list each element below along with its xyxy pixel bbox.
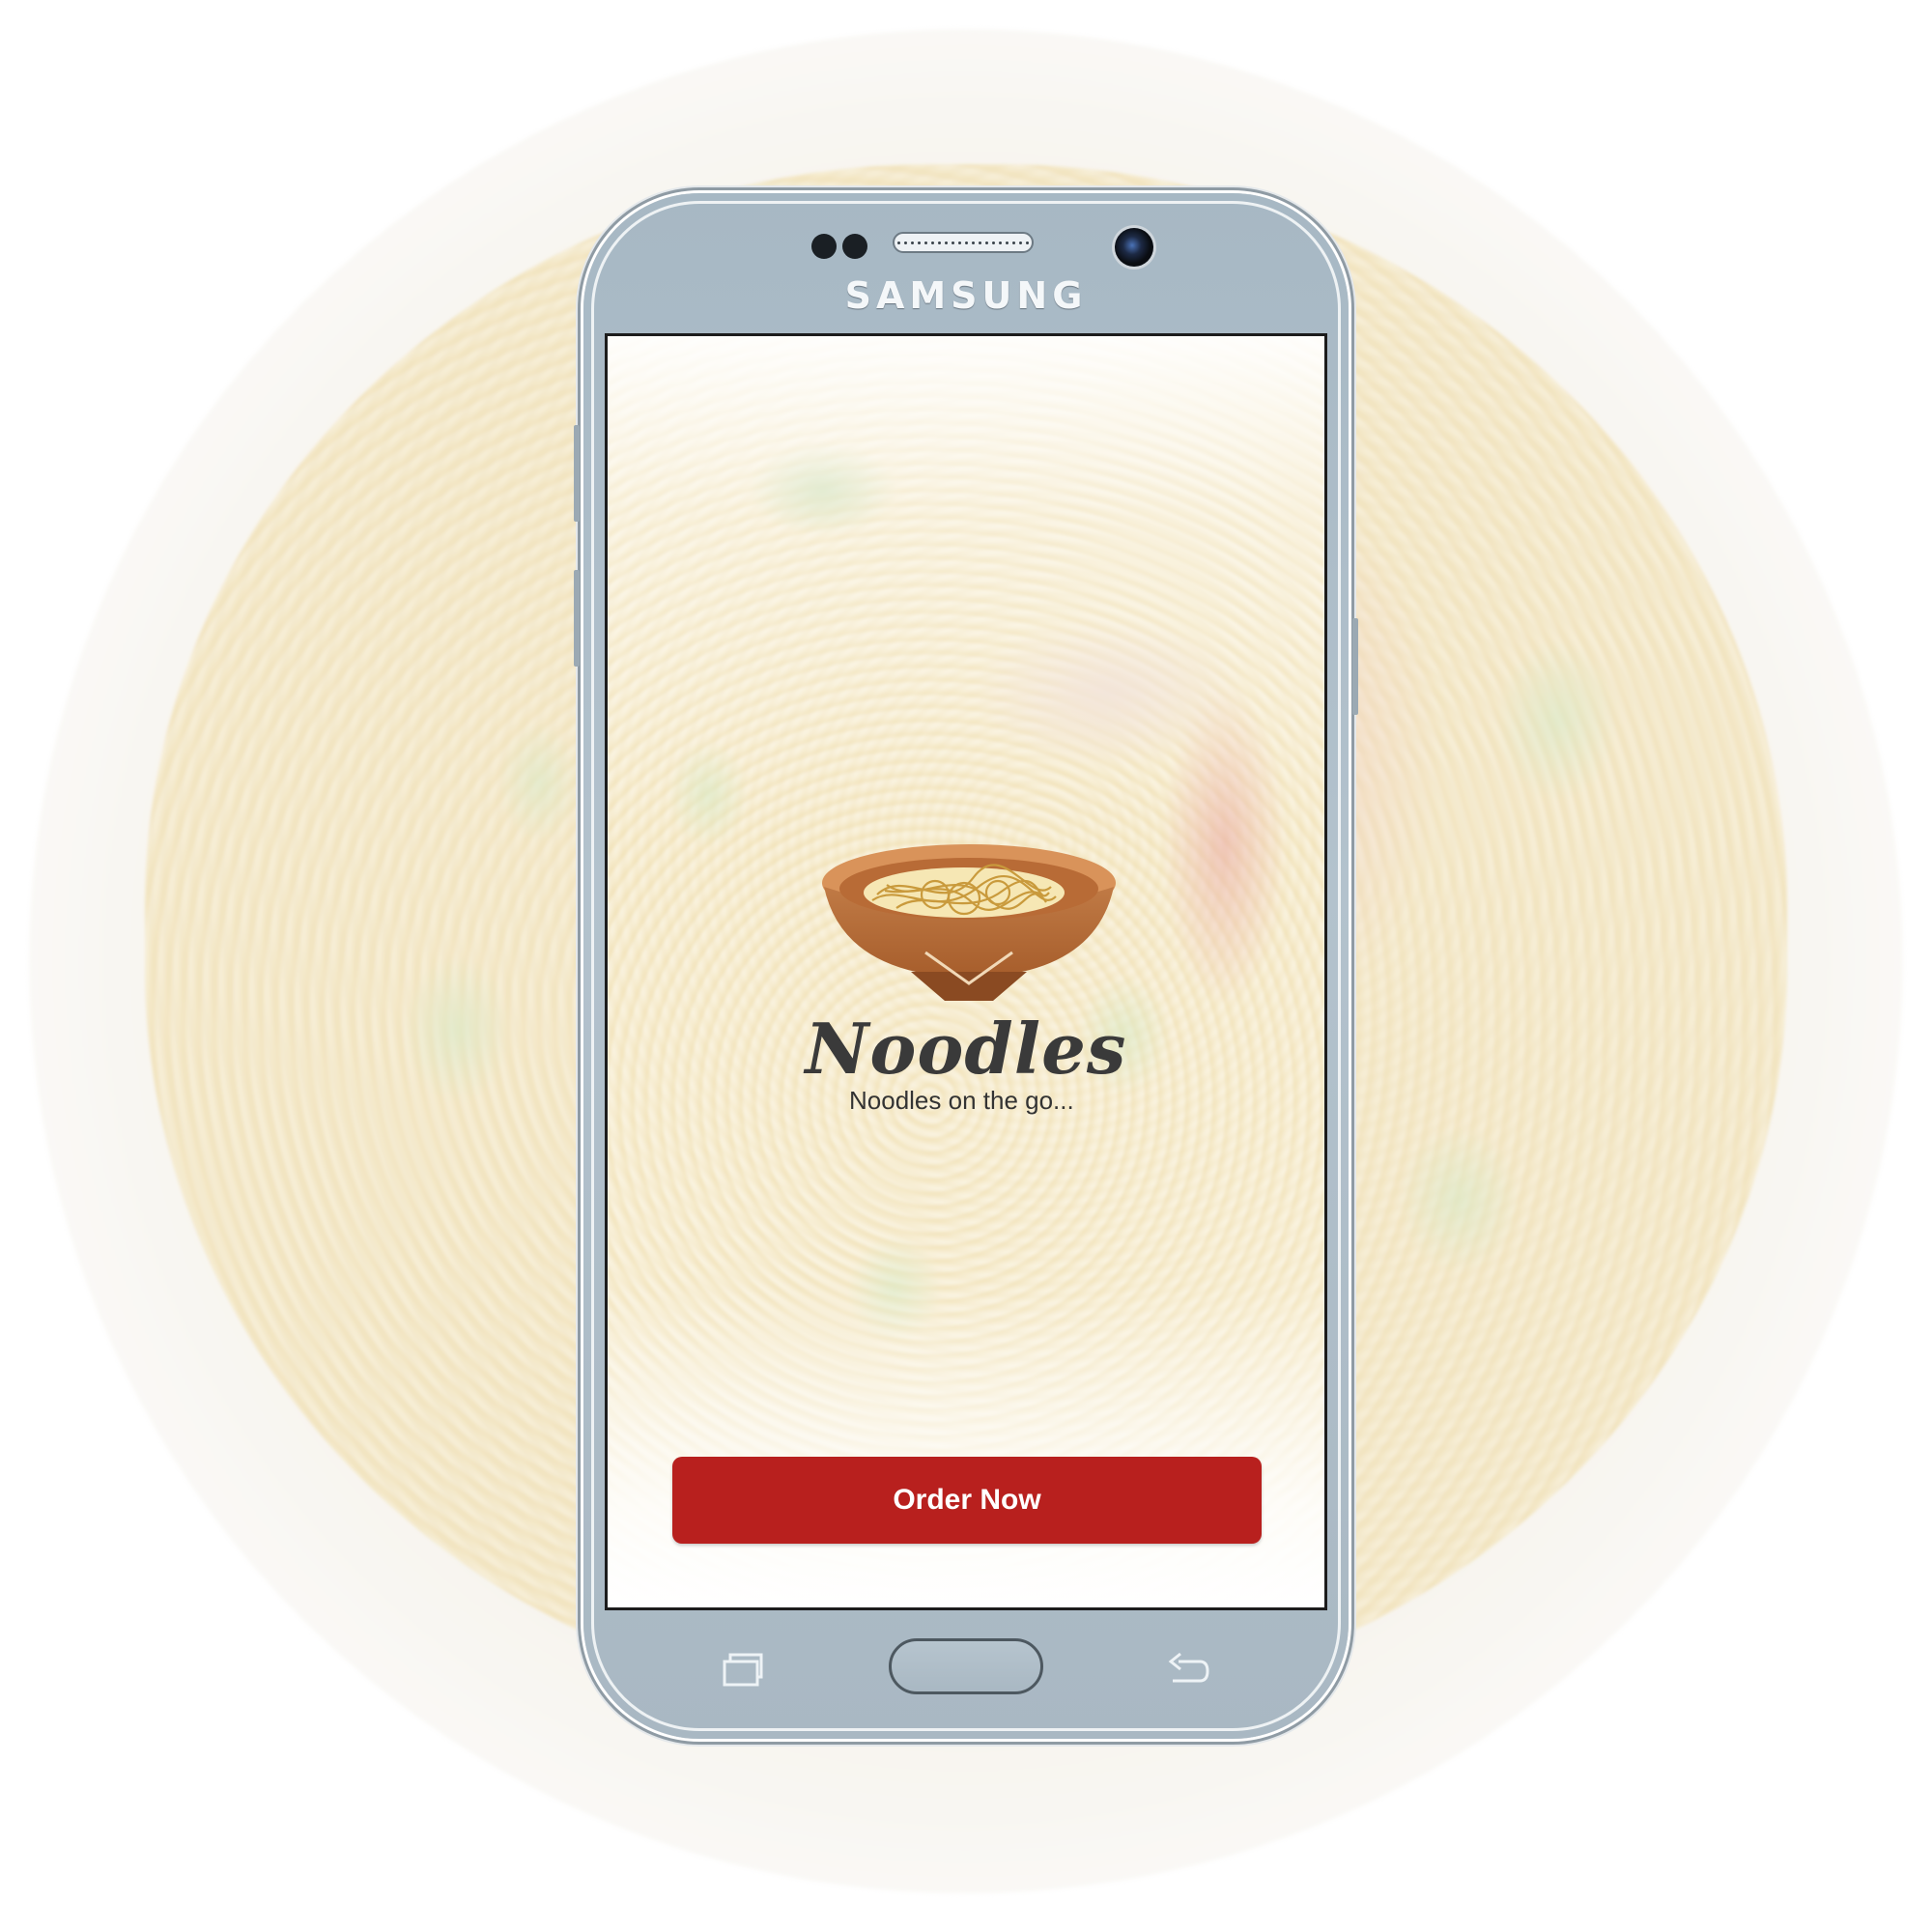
app-logo: Noodles Noodles on the go... bbox=[608, 838, 1324, 1148]
noodle-bowl-icon bbox=[822, 844, 1116, 1001]
volume-up-button bbox=[574, 425, 580, 522]
back-arrow-icon[interactable] bbox=[1165, 1650, 1209, 1689]
logo-tagline: Noodles on the go... bbox=[849, 1086, 1074, 1115]
light-sensor bbox=[842, 234, 867, 259]
mockup-stage: SAMSUNG Noodles Noodles on the go... Ord… bbox=[0, 0, 1932, 1932]
volume-down-button bbox=[574, 570, 580, 667]
logo-title: Noodles bbox=[805, 1008, 1127, 1090]
device-brand-label: SAMSUNG bbox=[844, 274, 1088, 317]
phone-device: SAMSUNG Noodles Noodles on the go... Ord… bbox=[574, 193, 1358, 1739]
order-now-button[interactable]: Order Now bbox=[672, 1457, 1262, 1544]
phone-screen: Noodles Noodles on the go... Order Now bbox=[605, 333, 1327, 1610]
proximity-sensor bbox=[811, 234, 837, 259]
recents-icon[interactable] bbox=[721, 1650, 765, 1689]
front-camera bbox=[1115, 228, 1153, 267]
earpiece-speaker bbox=[893, 232, 1034, 253]
home-button-icon[interactable] bbox=[889, 1638, 1043, 1694]
power-button bbox=[1352, 618, 1358, 715]
